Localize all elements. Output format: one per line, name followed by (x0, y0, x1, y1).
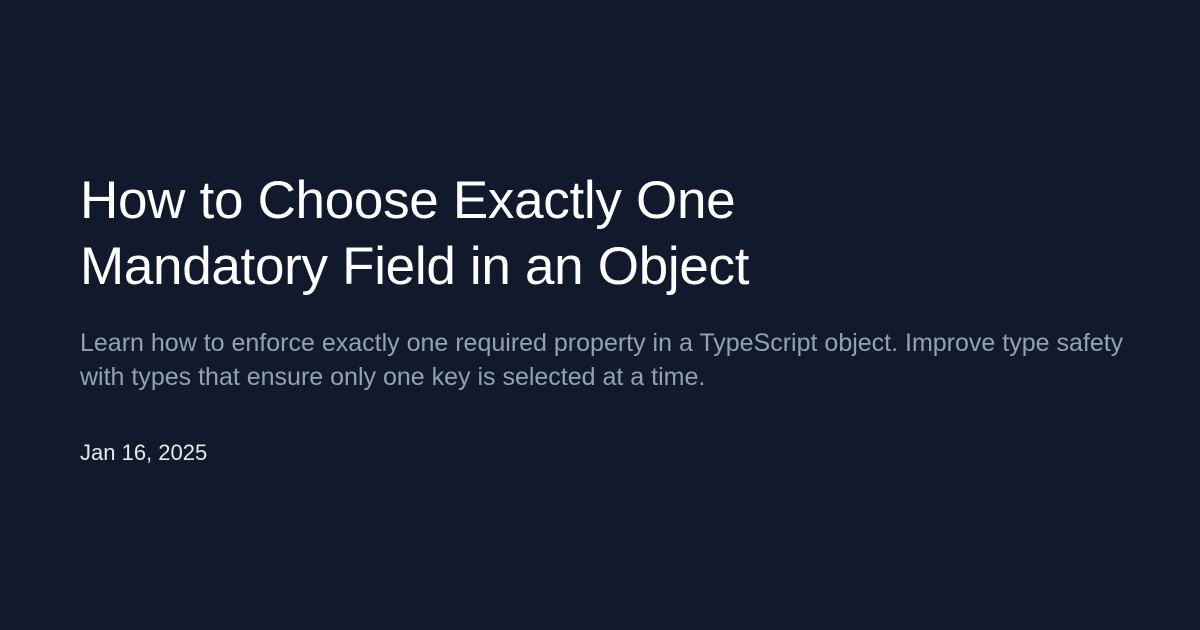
post-date: Jan 16, 2025 (80, 440, 208, 465)
post-description: Learn how to enforce exactly one require… (80, 329, 1124, 391)
post-title: How to Choose Exactly One Mandatory Fiel… (80, 171, 750, 296)
social-card: How to Choose Exactly One Mandatory Fiel… (0, 0, 1200, 630)
post-summary: How to Choose Exactly One Mandatory Fiel… (80, 168, 1140, 468)
